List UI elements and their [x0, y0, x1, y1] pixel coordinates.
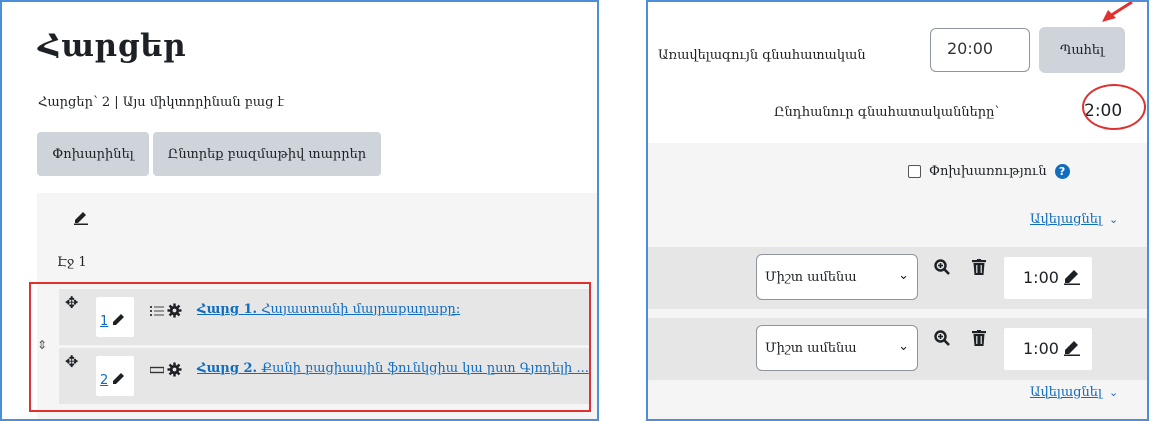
page-title: Հարցեր [38, 28, 187, 64]
select-multiple-button[interactable]: Ընտրեք բազմաթիվ տարրեր [153, 132, 381, 176]
grading-row: Միշտ ամենա ⌄ 1:00 [648, 247, 1147, 309]
max-grade-label: Առավելագույն գնահատական [658, 48, 866, 63]
trash-icon[interactable] [972, 330, 986, 346]
shuffle-label: Փոխխառություն [929, 164, 1047, 179]
total-marks-label: Ընդհանուր գնահատականները՝ [774, 105, 1000, 120]
pencil-icon[interactable] [1063, 338, 1081, 356]
zoom-icon[interactable] [934, 259, 950, 275]
annotation-arrow-icon [1102, 2, 1133, 22]
shuffle-option: Փոխխառություն ? [908, 164, 1070, 179]
edit-heading-icon[interactable] [73, 209, 89, 225]
chevron-down-icon: ⌄ [898, 339, 909, 354]
questions-summary: Հարցեր՝ 2 | Այս միկտորինան բաց է [38, 95, 285, 110]
zoom-icon[interactable] [934, 330, 950, 346]
grading-row: Միշտ ամենա ⌄ 1:00 [648, 318, 1147, 380]
page-label: Էջ 1 [57, 255, 87, 270]
add-link[interactable]: Ավելացնել [1030, 385, 1102, 400]
chevron-down-icon[interactable]: ⌄ [1109, 213, 1118, 226]
question-behaviour-select[interactable]: Միշտ ամենա ⌄ [756, 325, 918, 371]
chevron-down-icon[interactable]: ⌄ [1109, 386, 1118, 399]
select-value: Միշտ ամենա [765, 340, 857, 356]
mark-box: 1:00 [1004, 328, 1092, 370]
annotation-circle [1082, 84, 1146, 130]
question-behaviour-select[interactable]: Միշտ ամենա ⌄ [756, 254, 918, 300]
chevron-down-icon: ⌄ [898, 268, 909, 283]
max-grade-input[interactable]: 20:00 [930, 28, 1030, 72]
grading-panel: Առավելագույն գնահատական 20:00 Պահել Ընդհ… [646, 0, 1149, 421]
questions-panel: Հարցեր Հարցեր՝ 2 | Այս միկտորինան բաց է … [0, 0, 599, 421]
mark-box: 1:00 [1004, 257, 1092, 299]
shuffle-checkbox[interactable] [908, 165, 921, 178]
help-icon[interactable]: ? [1054, 164, 1070, 179]
pencil-icon[interactable] [1063, 267, 1081, 285]
repaginate-button[interactable]: Փոխարինել [37, 132, 149, 176]
save-button[interactable]: Պահել [1039, 27, 1125, 73]
mark-value[interactable]: 1:00 [1023, 268, 1059, 287]
mark-value[interactable]: 1:00 [1023, 339, 1059, 358]
add-link[interactable]: Ավելացնել [1030, 212, 1102, 227]
select-value: Միշտ ամենա [765, 269, 857, 285]
annotation-highlight-box [29, 282, 591, 412]
trash-icon[interactable] [972, 259, 986, 275]
